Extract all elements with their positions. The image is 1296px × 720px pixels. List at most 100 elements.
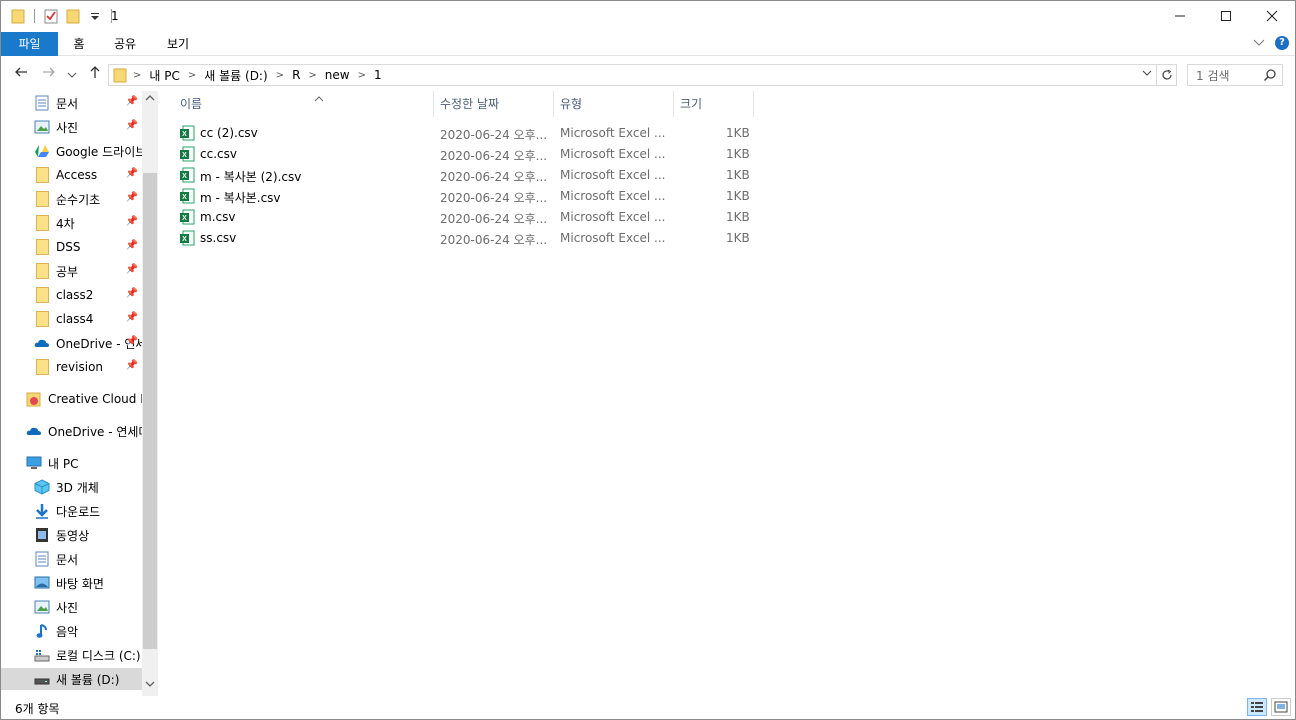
help-icon[interactable]: ? <box>1275 36 1289 50</box>
file-list: 이름 수정한 날짜 유형 크기 X cc (2).csv 2020-06-24 … <box>159 91 1295 696</box>
breadcrumb-separator-icon[interactable]: > <box>358 70 366 81</box>
file-row[interactable]: X m.csv 2020-06-24 오후... Microsoft Excel… <box>177 207 757 228</box>
up-arrow-icon <box>90 66 100 78</box>
search-box[interactable]: 1 검색 <box>1187 64 1283 86</box>
address-history-button[interactable] <box>1142 68 1152 81</box>
breadcrumb-r[interactable]: R <box>292 68 300 82</box>
sidebar-item-revision[interactable]: revision 📌 <box>1 356 142 378</box>
chevron-down-icon <box>67 72 77 78</box>
tab-home[interactable]: 홈 <box>67 32 91 56</box>
maximize-button[interactable] <box>1203 1 1249 31</box>
sidebar-item-label: revision <box>56 360 104 374</box>
file-size: 1KB <box>726 189 750 203</box>
file-row[interactable]: X m - 복사본 (2).csv 2020-06-24 오후... Micro… <box>177 165 757 186</box>
forward-button[interactable] <box>41 64 57 84</box>
sidebar-item-folder[interactable]: 순수기초 📌 <box>1 188 142 210</box>
sidebar-item-videos[interactable]: 동영상 <box>1 524 142 546</box>
file-date: 2020-06-24 오후... <box>440 212 548 226</box>
sidebar-item-desktop[interactable]: 바탕 화면 <box>1 572 142 594</box>
tab-share[interactable]: 공유 <box>110 32 140 56</box>
scroll-down-arrow-icon[interactable] <box>142 679 158 695</box>
minimize-button[interactable] <box>1157 1 1203 31</box>
file-row[interactable]: X cc (2).csv 2020-06-24 오후... Microsoft … <box>177 123 757 144</box>
title-bar: 1 <box>1 1 1295 32</box>
column-header-name[interactable]: 이름 <box>174 91 434 117</box>
tab-view[interactable]: 보기 <box>163 32 193 56</box>
breadcrumb-this-pc[interactable]: 내 PC <box>149 67 179 84</box>
sidebar-item-label: class4 <box>56 312 94 326</box>
properties-icon[interactable] <box>42 7 60 25</box>
file-size: 1KB <box>726 126 750 140</box>
sidebar-item-google-drive[interactable]: Google 드라이브 <box>1 140 142 162</box>
pin-icon: 📌 <box>125 120 138 131</box>
breadcrumb-separator-icon[interactable]: > <box>308 70 316 81</box>
large-icons-view-button[interactable] <box>1271 698 1291 716</box>
breadcrumb-separator-icon[interactable]: > <box>188 70 196 81</box>
sidebar-item-this-pc[interactable]: 내 PC <box>1 452 142 474</box>
sidebar-item-access[interactable]: Access 📌 <box>1 164 142 186</box>
scrollbar-thumb[interactable] <box>143 173 157 649</box>
column-header-type[interactable]: 유형 <box>554 91 674 117</box>
documents-icon <box>34 95 50 111</box>
sidebar-item-label: 사진 <box>56 600 79 615</box>
sidebar-item-folder[interactable]: 4차 📌 <box>1 212 142 234</box>
sidebar-item-class2[interactable]: class2 📌 <box>1 284 142 306</box>
breadcrumb-new[interactable]: new <box>325 68 350 82</box>
sidebar-item-documents-pc[interactable]: 문서 <box>1 548 142 570</box>
svg-text:X: X <box>182 194 187 201</box>
breadcrumb-current[interactable]: 1 <box>374 68 382 82</box>
pin-icon: 📌 <box>125 360 138 371</box>
sidebar-scrollbar[interactable] <box>142 91 158 696</box>
sidebar-item-pictures[interactable]: 사진 📌 <box>1 116 142 138</box>
customize-toolbar-icon[interactable] <box>86 7 104 25</box>
sidebar-item-downloads[interactable]: 다운로드 <box>1 500 142 522</box>
close-icon <box>1266 10 1278 22</box>
new-folder-icon[interactable] <box>64 7 82 25</box>
sidebar-item-label: 새 볼륨 (D:) <box>56 672 120 687</box>
address-bar[interactable]: > 내 PC > 새 볼륨 (D:) > R > new > 1 <box>108 64 1157 86</box>
column-header-date[interactable]: 수정한 날짜 <box>434 91 554 117</box>
sidebar-item-documents[interactable]: 문서 📌 <box>1 92 142 114</box>
sidebar-item-music[interactable]: 음악 <box>1 620 142 642</box>
sidebar-item-label: 순수기초 <box>56 192 101 207</box>
sidebar-item-3d-objects[interactable]: 3D 개체 <box>1 476 142 498</box>
pin-icon: 📌 <box>125 168 138 179</box>
search-icon[interactable] <box>1263 68 1277 85</box>
sidebar-item-onedrive[interactable]: OneDrive - 연세대학교 <box>1 420 142 442</box>
expand-ribbon-icon[interactable] <box>1253 36 1265 50</box>
sidebar-item-creative-cloud[interactable]: Creative Cloud Files <box>1 388 142 410</box>
sidebar-item-label: 다운로드 <box>56 504 101 519</box>
sidebar-item-pictures-pc[interactable]: 사진 <box>1 596 142 618</box>
sidebar-item-class4[interactable]: class4 📌 <box>1 308 142 330</box>
folder-icon <box>34 167 50 183</box>
sidebar-item-onedrive-pinned[interactable]: OneDrive - 연세대학교 📌 <box>1 332 142 354</box>
search-input[interactable]: 1 검색 <box>1196 67 1230 84</box>
refresh-button[interactable] <box>1157 64 1177 86</box>
sidebar-item-label: 로컬 디스크 (C:) <box>56 648 141 663</box>
file-row[interactable]: X ss.csv 2020-06-24 오후... Microsoft Exce… <box>177 228 757 249</box>
sidebar-item-local-disk-c[interactable]: 로컬 디스크 (C:) <box>1 644 142 666</box>
file-size: 1KB <box>726 210 750 224</box>
details-view-icon <box>1251 702 1263 712</box>
sidebar-item-folder[interactable]: 공부 📌 <box>1 260 142 282</box>
breadcrumb-drive-d[interactable]: 새 볼륨 (D:) <box>204 67 267 84</box>
file-row[interactable]: X cc.csv 2020-06-24 오후... Microsoft Exce… <box>177 144 757 165</box>
details-view-button[interactable] <box>1247 698 1267 716</box>
tab-file[interactable]: 파일 <box>1 32 58 56</box>
folder-icon <box>34 359 50 375</box>
folder-icon <box>34 287 50 303</box>
file-name: m - 복사본.csv <box>200 191 281 205</box>
breadcrumb-separator-icon[interactable]: > <box>276 70 284 81</box>
quick-access-toolbar <box>9 7 115 25</box>
close-button[interactable] <box>1249 1 1295 31</box>
sidebar-item-dss[interactable]: DSS 📌 <box>1 236 142 258</box>
up-button[interactable] <box>87 64 103 84</box>
recent-locations-button[interactable] <box>67 66 77 84</box>
column-header-size[interactable]: 크기 <box>674 91 754 117</box>
file-name: ss.csv <box>200 231 237 245</box>
scroll-up-arrow-icon[interactable] <box>142 93 158 109</box>
back-button[interactable] <box>13 64 29 84</box>
file-row[interactable]: X m - 복사본.csv 2020-06-24 오후... Microsoft… <box>177 186 757 207</box>
excel-csv-icon: X <box>179 209 195 225</box>
sidebar-item-volume-d[interactable]: 새 볼륨 (D:) <box>1 668 142 690</box>
